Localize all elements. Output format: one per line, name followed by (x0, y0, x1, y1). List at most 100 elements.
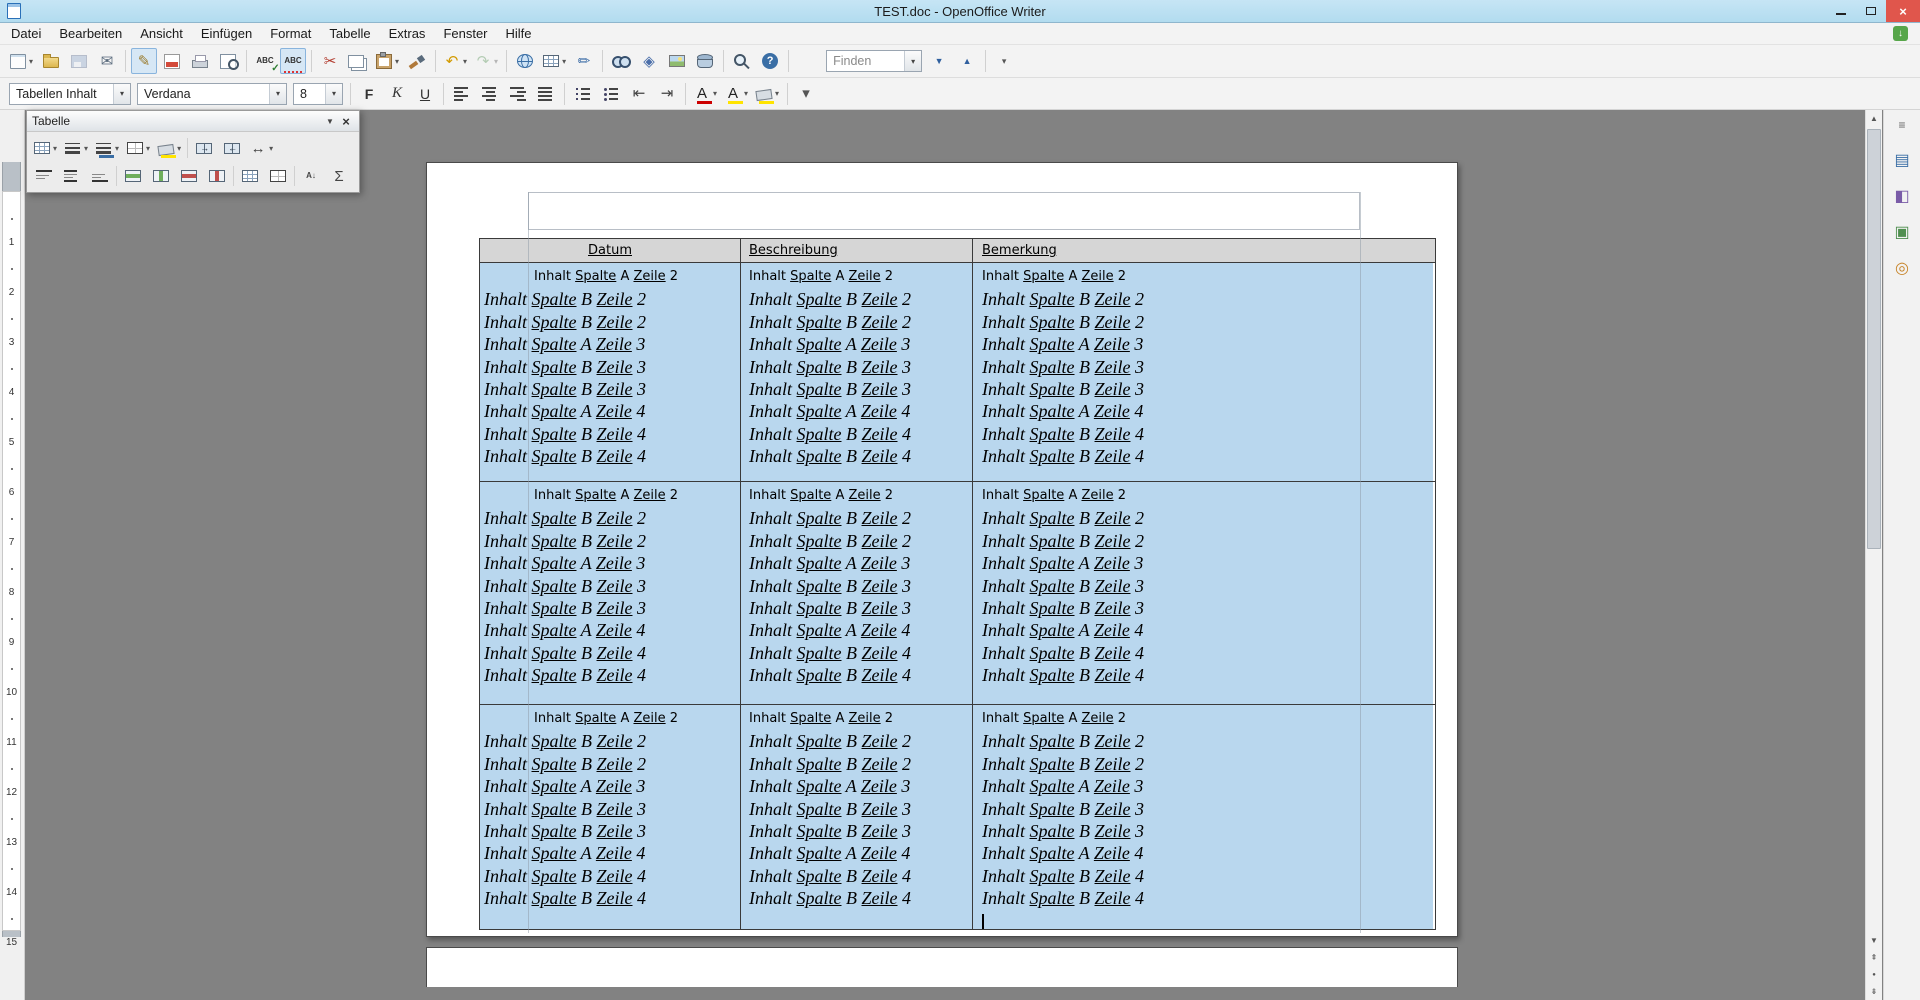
minimize-button[interactable] (1826, 0, 1856, 22)
align-left-button[interactable] (449, 81, 475, 107)
delete-row-button[interactable] (176, 163, 202, 189)
borders-dropdown-icon[interactable]: ▾ (146, 144, 150, 153)
sidebar-gallery-icon[interactable]: ▣ (1888, 218, 1916, 246)
format-paintbrush-button[interactable] (404, 48, 430, 74)
menu-item-datei[interactable]: Datei (2, 23, 50, 44)
data-sources-button[interactable] (692, 48, 718, 74)
navigation-button[interactable]: ● (1866, 966, 1882, 983)
font-color-dropdown-icon[interactable]: ▾ (713, 89, 717, 98)
decrease-indent-button[interactable]: ⇤ (626, 81, 652, 107)
next-page-button[interactable]: ⇟ (1866, 983, 1882, 1000)
merge-cells-button[interactable] (191, 135, 217, 161)
find-next-button[interactable]: ▼ (926, 48, 952, 74)
find-replace-button[interactable] (608, 48, 634, 74)
insert-column-button[interactable] (148, 163, 174, 189)
navigator-button[interactable]: ◈ (636, 48, 662, 74)
hyperlink-button[interactable] (512, 48, 538, 74)
page-preview-button[interactable] (215, 48, 241, 74)
menu-item-ansicht[interactable]: Ansicht (131, 23, 192, 44)
close-button[interactable]: × (1886, 0, 1920, 22)
align-bottom-button[interactable] (87, 163, 113, 189)
table-cell[interactable]: Inhalt Spalte A Zeile 2Inhalt Spalte B Z… (741, 705, 973, 929)
table-cell[interactable]: Inhalt Spalte A Zeile 2Inhalt Spalte B Z… (480, 705, 741, 929)
align-center-button[interactable] (477, 81, 503, 107)
find-previous-button[interactable]: ▲ (954, 48, 980, 74)
line-color-button[interactable]: ▾ (93, 135, 122, 161)
new-document-dropdown-icon[interactable]: ▾ (29, 57, 33, 66)
optimize-dropdown-icon[interactable]: ▾ (269, 144, 273, 153)
sort-button[interactable]: A↓ (298, 163, 324, 189)
table-cell[interactable]: Inhalt Spalte A Zeile 2Inhalt Spalte B Z… (973, 705, 1433, 929)
align-justify-button[interactable] (533, 81, 559, 107)
email-button[interactable]: ✉ (94, 48, 120, 74)
scroll-down-button[interactable]: ▼ (1866, 932, 1882, 949)
insert-row-button[interactable] (120, 163, 146, 189)
sidebar-properties-icon[interactable]: ▤ (1888, 146, 1916, 174)
align-right-button[interactable] (505, 81, 531, 107)
optimize-button[interactable]: ↔▾ (247, 135, 276, 161)
redo-dropdown-icon[interactable]: ▾ (494, 57, 498, 66)
help-button[interactable]: ? (757, 48, 783, 74)
font-size-dropdown-icon[interactable]: ▾ (325, 84, 342, 104)
print-button[interactable] (187, 48, 213, 74)
menu-item-tabelle[interactable]: Tabelle (320, 23, 379, 44)
save-button[interactable] (66, 48, 92, 74)
find-input[interactable]: Finden ▾ (826, 50, 922, 72)
table-toolbar-menu-icon[interactable]: ▼ (322, 117, 338, 126)
insert-table-dropdown-icon[interactable]: ▾ (562, 57, 566, 66)
draw-functions-button[interactable]: ✏ (571, 48, 597, 74)
font-color-button[interactable]: A▾ (691, 81, 720, 107)
delete-column-button[interactable] (204, 163, 230, 189)
table-header-cell[interactable]: Datum (480, 239, 741, 262)
table-cell[interactable]: Inhalt Spalte A Zeile 2Inhalt Spalte B Z… (480, 263, 741, 481)
split-cells-button[interactable] (219, 135, 245, 161)
spellcheck-button[interactable]: ABC (252, 48, 278, 74)
gallery-button[interactable] (664, 48, 690, 74)
align-top-button[interactable] (31, 163, 57, 189)
vertical-scrollbar[interactable]: ▲ ▼ ⇞ ● ⇟ (1865, 110, 1882, 1000)
scrollbar-thumb[interactable] (1867, 129, 1881, 549)
export-pdf-button[interactable] (159, 48, 185, 74)
font-name-combobox[interactable]: Verdana ▾ (137, 83, 287, 105)
toolbar-overflow-button[interactable]: ▾ (991, 48, 1017, 74)
zoom-button[interactable] (729, 48, 755, 74)
toolbar-options-button[interactable]: ▾ (793, 81, 819, 107)
previous-page-button[interactable]: ⇞ (1866, 949, 1882, 966)
open-button[interactable] (38, 48, 64, 74)
background-color-dropdown-icon[interactable]: ▾ (775, 89, 779, 98)
borders-button[interactable]: ▾ (124, 135, 153, 161)
table-insert-button[interactable]: ▾ (31, 135, 60, 161)
undo-button[interactable]: ↶▾ (441, 48, 470, 74)
paste-dropdown-icon[interactable]: ▾ (395, 57, 399, 66)
sidebar-settings-icon[interactable]: ≡ (1888, 116, 1916, 134)
menu-item-extras[interactable]: Extras (380, 23, 435, 44)
line-style-button[interactable]: ▾ (62, 135, 91, 161)
highlighting-button[interactable]: A▾ (722, 81, 751, 107)
update-notification-icon[interactable]: ↓ (1893, 26, 1908, 41)
document-page[interactable]: DatumBeschreibungBemerkungInhalt Spalte … (426, 162, 1458, 937)
table-toolbar-titlebar[interactable]: Tabelle ▼ × (27, 111, 359, 132)
find-dropdown-icon[interactable]: ▾ (904, 51, 921, 71)
insert-table-button[interactable]: ▾ (540, 48, 569, 74)
table-properties-button[interactable] (265, 163, 291, 189)
highlighting-dropdown-icon[interactable]: ▾ (744, 89, 748, 98)
line-color-dropdown-icon[interactable]: ▾ (115, 144, 119, 153)
table-cell[interactable]: Inhalt Spalte A Zeile 2Inhalt Spalte B Z… (973, 482, 1433, 704)
table-insert-dropdown-icon[interactable]: ▾ (53, 144, 57, 153)
center-vertical-button[interactable] (59, 163, 85, 189)
bold-button[interactable]: F (356, 81, 382, 107)
edit-file-button[interactable]: ✎ (131, 48, 157, 74)
sidebar-styles-icon[interactable]: ◧ (1888, 182, 1916, 210)
menu-item-format[interactable]: Format (261, 23, 320, 44)
table-cell[interactable]: Inhalt Spalte A Zeile 2Inhalt Spalte B Z… (973, 263, 1433, 481)
sidebar-navigator-icon[interactable]: ◎ (1888, 254, 1916, 282)
font-size-combobox[interactable]: 8 ▾ (293, 83, 343, 105)
autoformat-button[interactable] (237, 163, 263, 189)
table-header-cell[interactable]: Bemerkung (973, 239, 1433, 262)
table-background-dropdown-icon[interactable]: ▾ (177, 144, 181, 153)
maximize-button[interactable] (1856, 0, 1886, 22)
autospellcheck-button[interactable]: ABC (280, 48, 306, 74)
new-document-button[interactable]: ▾ (7, 48, 36, 74)
paste-button[interactable]: ▾ (373, 48, 402, 74)
table-cell[interactable]: Inhalt Spalte A Zeile 2Inhalt Spalte B Z… (741, 263, 973, 481)
